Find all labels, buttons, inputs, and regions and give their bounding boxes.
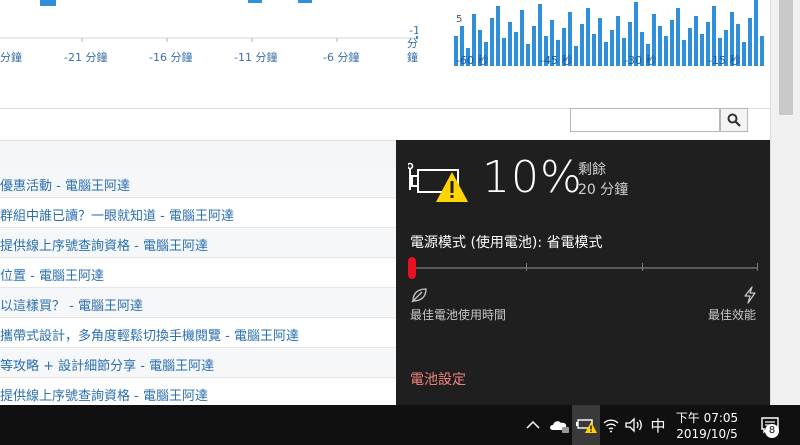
search-input[interactable]: [570, 108, 720, 132]
seconds-bar: [520, 10, 524, 66]
seconds-bar: [526, 44, 530, 66]
seconds-tick: -45 秒: [540, 53, 572, 67]
onedrive-tray-button[interactable]: [546, 405, 572, 445]
seconds-bar: [658, 26, 662, 66]
seconds-bar: [670, 20, 674, 66]
traffic-charts: 分鐘 -21 分鐘 -16 分鐘 -11 分鐘 -6 分鐘 -1 分 鐘 5 -…: [0, 0, 800, 72]
minutes-bar: [298, 0, 312, 3]
seconds-bar: [502, 38, 506, 66]
minutes-tick: 鐘: [407, 50, 418, 64]
seconds-bar: [610, 30, 614, 66]
article-link[interactable]: 提供線上序號查詢資格 - 電腦王阿達: [0, 385, 208, 404]
seconds-bar: [532, 26, 536, 66]
taskbar-clock[interactable]: 下午 07:05 2019/10/5: [670, 407, 744, 443]
seconds-bar: [514, 32, 518, 66]
seconds-tick: -60 秒: [456, 53, 488, 67]
article-link[interactable]: 優惠活動 - 電腦王阿達: [0, 175, 130, 194]
chevron-up-icon: [526, 420, 540, 429]
seconds-bar: [688, 28, 692, 66]
minutes-bar: [40, 0, 56, 6]
seconds-y-label: 5: [456, 14, 462, 25]
article-link[interactable]: 位置 - 電腦王阿達: [0, 265, 104, 284]
seconds-bar: [508, 22, 512, 66]
seconds-tick: -30 秒: [624, 53, 656, 67]
seconds-bar: [496, 6, 500, 66]
battery-remaining-label: 剩餘: [578, 162, 606, 178]
seconds-bar: [676, 8, 680, 66]
article-link[interactable]: 提供線上序號查詢資格 - 電腦王阿達: [0, 235, 208, 254]
power-mode-label: 電源模式 (使用電池): 省電模式: [410, 235, 603, 251]
onedrive-icon: [550, 421, 569, 433]
minutes-tick: -16 分鐘: [149, 50, 192, 64]
seconds-bar: [586, 8, 590, 66]
battery-tray-button[interactable]: [572, 405, 600, 445]
seconds-bar: [580, 24, 584, 66]
clock-time: 下午 07:05: [675, 411, 739, 425]
leaf-icon: [411, 288, 427, 303]
seconds-bar: [664, 36, 668, 66]
power-mode-slider-thumb[interactable]: [408, 257, 416, 279]
show-hidden-icons-button[interactable]: [522, 405, 544, 445]
seconds-bar: [754, 0, 758, 66]
seconds-bar: [742, 42, 746, 66]
seconds-tick: -15 秒: [708, 53, 740, 67]
scrollbar-thumb[interactable]: [779, 0, 793, 115]
article-link[interactable]: 等攻略 + 設計細節分享 - 電腦王阿達: [0, 355, 214, 374]
minutes-tick: -1: [409, 24, 418, 37]
battery-settings-link[interactable]: 電池設定: [410, 369, 466, 389]
search-icon: [727, 113, 741, 127]
battery-flyout: 10% 剩餘 20 分鐘 電源模式 (使用電池): 省電模式 最佳電池使用時間 …: [396, 140, 770, 405]
volume-icon: [625, 417, 642, 433]
minutes-bar: [248, 0, 262, 3]
seconds-bar: [700, 34, 704, 66]
taskbar: 中 下午 07:05 2019/10/5: [0, 405, 800, 445]
power-mode-slider[interactable]: [410, 263, 758, 271]
article-link[interactable]: 群組中誰已讀？一眼就知道 - 電腦王阿達: [0, 205, 234, 224]
seconds-bar: [598, 18, 602, 66]
minutes-chart: 分鐘 -21 分鐘 -16 分鐘 -11 分鐘 -6 分鐘 -1 分 鐘: [0, 0, 418, 64]
minutes-tick: -11 分鐘: [234, 50, 277, 64]
clock-date: 2019/10/5: [676, 427, 738, 441]
search-button[interactable]: [720, 108, 748, 132]
seconds-bar: [682, 40, 686, 66]
wifi-icon: [603, 419, 619, 433]
minutes-tick: -21 分鐘: [64, 50, 107, 64]
network-tray-button[interactable]: [600, 405, 622, 445]
battery-warning-icon: [408, 162, 468, 202]
seconds-bar: [592, 34, 596, 66]
best-battery-life-label: 最佳電池使用時間: [410, 308, 507, 322]
article-link[interactable]: 以這樣買？ - 電腦王阿達: [0, 295, 143, 314]
input-method-indicator[interactable]: 中: [648, 405, 668, 445]
minutes-tick: -6 分鐘: [323, 50, 359, 64]
page-scrollbar[interactable]: [770, 0, 800, 405]
best-performance-label: 最佳效能: [708, 308, 757, 322]
lightning-bolt-icon: [744, 286, 756, 304]
seconds-bar: [694, 16, 698, 66]
seconds-bar: [616, 16, 620, 66]
seconds-bar: [574, 46, 578, 66]
seconds-chart: 5 -60 秒 -45 秒 -30 秒 -15 秒: [454, 0, 764, 67]
seconds-bar: [490, 18, 494, 66]
notification-count-badge: 8: [765, 424, 779, 438]
article-link[interactable]: 攜帶式設計，多角度輕鬆切換手機閱覽 - 電腦王阿達: [0, 325, 299, 344]
seconds-bar: [760, 36, 764, 66]
battery-remaining-time: 20 分鐘: [578, 182, 629, 198]
volume-tray-button[interactable]: [622, 405, 646, 445]
battery-percentage: 10%: [482, 152, 583, 203]
seconds-bar: [604, 42, 608, 66]
battery-warning-icon: [576, 419, 597, 433]
minutes-tick: 分鐘: [0, 50, 22, 64]
seconds-bar: [748, 18, 752, 66]
